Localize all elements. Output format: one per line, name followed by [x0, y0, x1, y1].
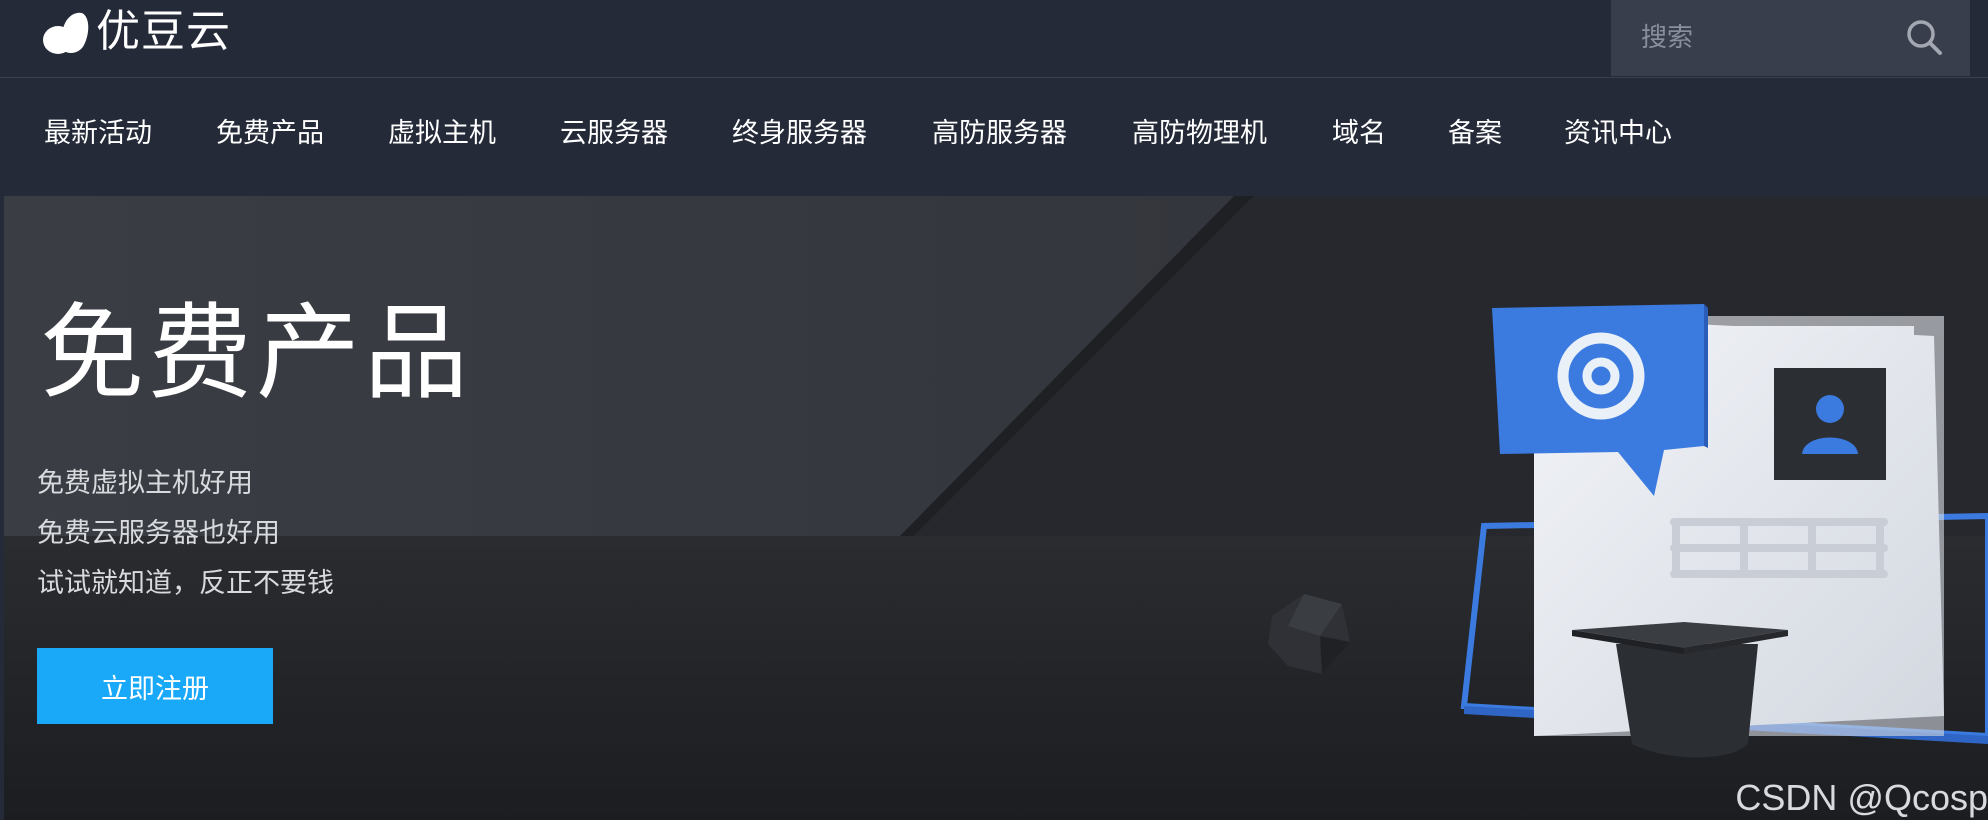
nav-item-ddos-physical[interactable]: 高防物理机 — [1132, 120, 1267, 147]
hero-line-1: 免费虚拟主机好用 — [37, 468, 253, 499]
search-input[interactable] — [1639, 22, 1893, 54]
nav-item-latest-activity[interactable]: 最新活动 — [44, 120, 152, 147]
site-logo[interactable]: 优豆云 — [40, 6, 231, 58]
hero-banner: 免费产品 免费虚拟主机好用 免费云服务器也好用 试试就知道，反正不要钱 立即注册… — [4, 196, 1988, 820]
nav-item-lifetime-server[interactable]: 终身服务器 — [732, 120, 867, 147]
hero-title: 免费产品 — [40, 292, 473, 414]
nav-item-icp-filing[interactable]: 备案 — [1448, 120, 1502, 147]
logo-text: 优豆云 — [96, 6, 231, 57]
search-box — [1611, 0, 1970, 76]
search-icon[interactable] — [1905, 18, 1943, 56]
nav-item-virtual-host[interactable]: 虚拟主机 — [388, 120, 496, 147]
user-avatar-icon — [1774, 368, 1886, 480]
register-now-button[interactable]: 立即注册 — [37, 648, 273, 724]
logo-icon — [43, 12, 89, 54]
hero-line-3: 试试就知道，反正不要钱 — [37, 568, 334, 599]
hero-illustration — [4, 196, 1988, 820]
nav-item-cloud-server[interactable]: 云服务器 — [560, 120, 668, 147]
nav-item-ddos-server[interactable]: 高防服务器 — [932, 120, 1067, 147]
nav-item-domain[interactable]: 域名 — [1332, 120, 1386, 147]
nav-item-free-products[interactable]: 免费产品 — [216, 120, 324, 147]
nav-item-news-center[interactable]: 资讯中心 — [1564, 120, 1672, 147]
top-bar: 优豆云 — [0, 0, 1988, 78]
main-nav: 最新活动 免费产品 虚拟主机 云服务器 终身服务器 高防服务器 高防物理机 域名… — [0, 78, 1988, 196]
watermark: CSDN @Qcosp — [1735, 777, 1988, 819]
hero-line-2: 免费云服务器也好用 — [37, 518, 280, 549]
